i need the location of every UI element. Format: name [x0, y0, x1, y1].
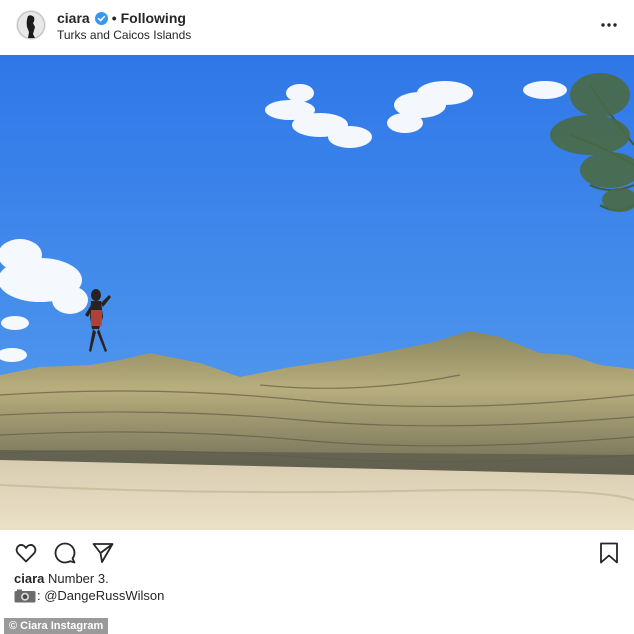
header-text: ciara • Following Turks and Caicos Islan…	[57, 10, 191, 43]
photo-credit-handle[interactable]: : @DangeRussWilson	[37, 588, 164, 604]
action-bar	[0, 538, 634, 566]
send-icon[interactable]	[91, 541, 115, 565]
heart-icon[interactable]	[14, 541, 38, 565]
watermark: © Ciara Instagram	[4, 618, 109, 634]
post-photo[interactable]	[0, 55, 634, 530]
more-options-icon[interactable]	[600, 16, 618, 34]
location-link[interactable]: Turks and Caicos Islands	[57, 28, 191, 43]
following-button[interactable]: Following	[121, 10, 186, 27]
comment-icon[interactable]	[53, 541, 77, 565]
photo-credit: : @DangeRussWilson	[14, 588, 164, 604]
username[interactable]: ciara	[57, 10, 90, 27]
separator-dot: •	[111, 10, 117, 26]
caption-text: Number 3.	[48, 571, 109, 586]
caption-username[interactable]: ciara	[14, 571, 44, 586]
bookmark-icon[interactable]	[597, 541, 621, 565]
caption: ciara Number 3.	[14, 571, 109, 587]
post-header: ciara • Following Turks and Caicos Islan…	[0, 0, 634, 55]
verified-badge-icon	[94, 12, 108, 25]
avatar[interactable]	[16, 10, 46, 40]
camera-icon	[14, 589, 36, 603]
